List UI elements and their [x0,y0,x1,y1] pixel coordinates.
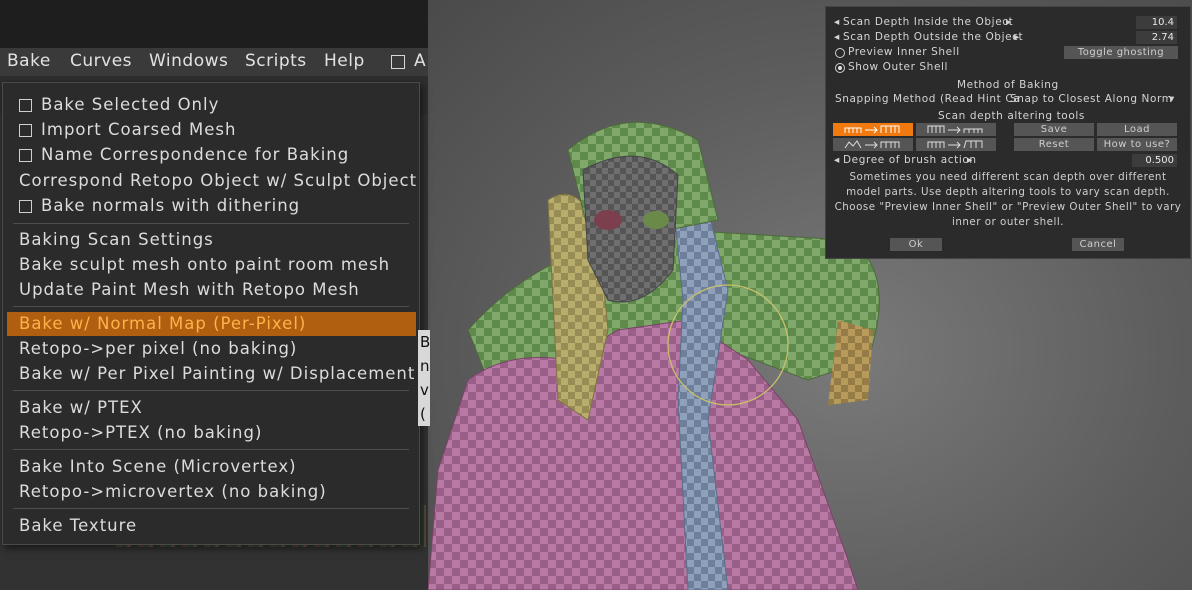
menu-item-import-coarsed-mesh[interactable]: Import Coarsed Mesh [41,120,236,139]
toggle-ghosting-button[interactable]: Toggle ghosting [1064,46,1178,59]
menubar-trailing-label: A [414,51,426,71]
scan-depth-inside-value[interactable]: 10.4 [1136,16,1177,29]
popup-edge-text: B [420,333,431,351]
menu-item-bake-into-scene[interactable]: Bake Into Scene (Microvertex) [19,457,297,476]
scan-depth-outside-label: Scan Depth Outside the Object [843,31,1024,43]
method-of-baking-title: Method of Baking [957,79,1059,91]
brush-action-value[interactable]: 0.500 [1132,154,1177,167]
menu-scripts[interactable]: Scripts [245,51,307,71]
menu-item-bake-selected-only[interactable]: Bake Selected Only [41,95,219,114]
brush-action-label: Degree of brush action [843,154,977,166]
ok-button[interactable]: Ok [890,238,942,251]
help-text-line: Choose "Preview Inner Shell" or "Preview… [834,201,1182,213]
menu-curves[interactable]: Curves [70,51,132,71]
checkbox-bake-selected-only[interactable] [19,99,32,112]
arrow-left-icon[interactable]: ◂ [834,16,840,28]
tool-lower-depth[interactable] [916,123,996,136]
arrow-right-icon[interactable]: ▸ [967,154,973,166]
popup-edge-text: n [420,357,430,375]
bake-menu-dropdown: Bake Selected Only Import Coarsed Mesh N… [2,82,420,545]
arrow-left-icon[interactable]: ◂ [834,31,840,43]
menubar-checkbox[interactable] [391,55,405,69]
menu-separator [13,306,409,307]
arrow-right-icon[interactable]: ▸ [1006,16,1012,28]
menu-bake[interactable]: Bake [7,51,51,71]
menu-windows[interactable]: Windows [149,51,228,71]
smooth-depth-icon [844,140,900,149]
tool-reset-depth[interactable] [916,138,996,151]
help-text-line: inner or outer shell. [952,216,1064,228]
reset-depth-icon [927,140,983,149]
scan-depth-inside-label: Scan Depth Inside the Object [843,16,1014,28]
preview-inner-radio[interactable] [835,48,845,58]
menu-item-bake-normal-map[interactable]: Bake w/ Normal Map (Per-Pixel) [19,314,306,333]
menu-item-bake-sculpt-onto-paint[interactable]: Bake sculpt mesh onto paint room mesh [19,255,390,274]
popup-edge-text: ( [420,405,426,423]
menu-item-correspond-retopo[interactable]: Correspond Retopo Object w/ Sculpt Objec… [19,171,417,190]
top-bar [0,0,428,48]
arrow-right-icon[interactable]: ▸ [1014,31,1020,43]
tool-smooth-depth[interactable] [833,138,913,151]
menu-item-retopo-per-pixel[interactable]: Retopo->per pixel (no baking) [19,339,297,358]
checkbox-name-correspondence[interactable] [19,149,32,162]
popup-edge-text: v [420,381,429,399]
menu-bar: Bake Curves Windows Scripts Help A [0,48,428,76]
menu-separator [13,508,409,509]
show-outer-label: Show Outer Shell [848,61,949,73]
menu-item-retopo-ptex[interactable]: Retopo->PTEX (no baking) [19,423,262,442]
tool-raise-depth[interactable] [833,123,913,136]
snapping-method-select[interactable]: Snap to Closest Along Norm [1010,93,1173,105]
preview-inner-label: Preview Inner Shell [848,46,960,58]
menu-item-bake-ptex[interactable]: Bake w/ PTEX [19,398,143,417]
menu-item-name-correspondence[interactable]: Name Correspondence for Baking [41,145,349,164]
scan-depth-outside-value[interactable]: 2.74 [1136,31,1177,44]
help-text-line: model parts. Use depth altering tools to… [846,186,1170,198]
scan-depth-tools-title: Scan depth altering tools [938,110,1085,122]
menu-separator [13,449,409,450]
cancel-button[interactable]: Cancel [1072,238,1124,251]
snapping-method-label: Snapping Method (Read Hint Ca [835,93,1021,105]
save-button[interactable]: Save [1014,123,1094,136]
menu-item-retopo-microvertex[interactable]: Retopo->microvertex (no baking) [19,482,327,501]
menu-separator [13,390,409,391]
load-button[interactable]: Load [1097,123,1177,136]
menu-item-bake-per-pixel-displacement[interactable]: Bake w/ Per Pixel Painting w/ Displaceme… [19,364,415,383]
menu-item-baking-scan-settings[interactable]: Baking Scan Settings [19,230,214,249]
help-text-line: Sometimes you need different scan depth … [849,171,1167,183]
baking-scan-settings-panel: ◂ Scan Depth Inside the Object ▸ 10.4 ◂ … [825,6,1191,259]
menu-item-bake-texture[interactable]: Bake Texture [19,516,137,535]
menu-item-bake-normals-dithering[interactable]: Bake normals with dithering [41,196,300,215]
menu-separator [13,223,409,224]
show-outer-radio[interactable] [835,63,845,73]
lower-depth-icon [927,125,983,134]
menu-item-update-paint-mesh[interactable]: Update Paint Mesh with Retopo Mesh [19,280,360,299]
checkbox-import-coarsed-mesh[interactable] [19,124,32,137]
how-to-use-button[interactable]: How to use? [1097,138,1177,151]
arrow-left-icon[interactable]: ◂ [834,154,840,166]
checkbox-bake-normals-dithering[interactable] [19,200,32,213]
raise-depth-icon [844,125,900,134]
chevron-down-icon[interactable]: ▾ [1169,93,1175,105]
menu-help[interactable]: Help [324,51,365,71]
reset-button[interactable]: Reset [1014,138,1094,151]
